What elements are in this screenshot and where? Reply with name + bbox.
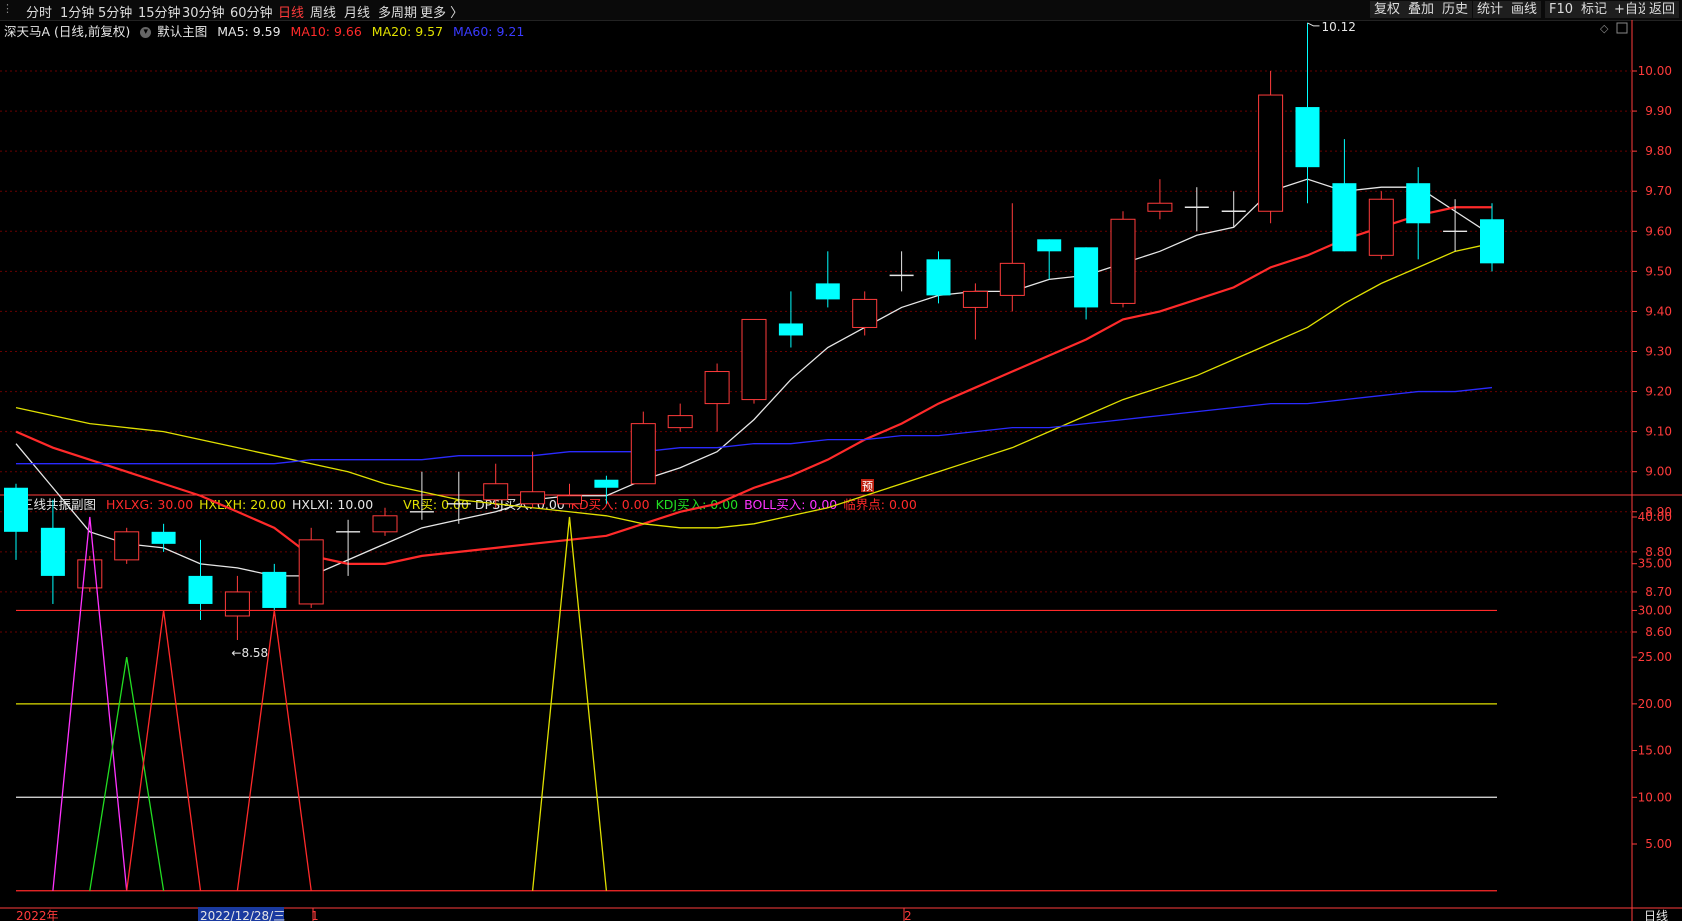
candle-body-up [114, 531, 140, 561]
month-label-2: 2 [904, 909, 912, 921]
candle-body-up [999, 262, 1025, 296]
diamond-icon: ◇ [1600, 22, 1609, 35]
candle-body-down [926, 259, 951, 296]
sub-y-tick-label: 20.00 [1638, 697, 1672, 711]
period-tab-5[interactable]: 60分钟 [230, 2, 273, 21]
toolbar-right-3[interactable]: 统计 [1473, 1, 1508, 18]
period-tab-7[interactable]: 周线 [310, 2, 336, 21]
main-y-tick-label: 8.60 [1645, 625, 1672, 639]
sub-y-tick-label: 15.00 [1638, 744, 1672, 758]
candle-body-down [778, 323, 803, 336]
period-tab-2[interactable]: 5分钟 [98, 2, 132, 21]
period-tab-9[interactable]: 多周期 [378, 2, 417, 21]
period-tab-0[interactable]: 分时 [26, 2, 52, 21]
candle-body-down [1074, 247, 1099, 308]
candle-body-down [1037, 239, 1062, 252]
month-label-1: 1 [311, 909, 319, 921]
candle-body-up [667, 415, 693, 429]
candle-body-down [1295, 107, 1320, 168]
main-y-tick-label: 9.70 [1645, 184, 1672, 198]
candle-body-down [594, 479, 619, 488]
candle-body-down [1480, 219, 1504, 264]
main-y-tick-label: 9.40 [1645, 304, 1672, 318]
period-label: 日线 [1644, 909, 1668, 921]
candle-body-up [557, 495, 582, 505]
window-icon [1616, 22, 1628, 34]
main-y-tick-label: 8.70 [1645, 585, 1672, 599]
sub-y-tick-label: 40.00 [1638, 510, 1672, 524]
sub-y-tick-label: 30.00 [1638, 603, 1672, 617]
candle-body-up [1110, 218, 1136, 304]
candle-body-down [188, 575, 213, 604]
yu-marker-text: 预 [862, 480, 873, 493]
high-label: 10.12 [1322, 20, 1356, 34]
candle-body-up [630, 423, 656, 485]
menu-dots-icon[interactable]: ⋮ [2, 2, 16, 16]
main-y-tick-label: 9.10 [1645, 425, 1672, 439]
candle-body-up [1147, 202, 1173, 212]
candle-body-down [40, 527, 65, 576]
main-y-tick-label: 9.20 [1645, 385, 1672, 399]
low-label: ←8.58 [231, 646, 268, 660]
candle-body-down [151, 531, 176, 544]
candle-body-up [852, 298, 878, 328]
toolbar-right-0[interactable]: 复权 [1370, 1, 1405, 18]
toolbar-right-1[interactable]: 叠加 [1404, 1, 1439, 18]
year-label: 2022年 [16, 909, 59, 921]
candle-body-down [4, 487, 28, 532]
toolbar-right-6[interactable]: 标记 [1577, 1, 1612, 18]
candle-body-up [77, 559, 103, 589]
period-tab-6[interactable]: 日线 [278, 2, 304, 21]
candle-body-up [1258, 94, 1284, 212]
candle-body-up [298, 539, 324, 605]
main-y-tick-label: 9.90 [1645, 104, 1672, 118]
main-y-tick-label: 9.60 [1645, 224, 1672, 238]
chart-area: 深天马A (日线,前复权) ▾ 默认主图 MA5: 9.59 MA10: 9.66… [0, 20, 1682, 921]
period-tab-8[interactable]: 月线 [344, 2, 370, 21]
candle-body-up [520, 491, 546, 505]
chart-svg: 8.608.708.808.909.009.109.209.309.409.50… [0, 20, 1682, 921]
sub-y-tick-label: 35.00 [1638, 557, 1672, 571]
toolbar-right-4[interactable]: 画线 [1507, 1, 1542, 18]
period-tab-3[interactable]: 15分钟 [138, 2, 181, 21]
candle-body-up [741, 318, 767, 401]
candle-body-down [262, 571, 287, 608]
toolbar-right-5[interactable]: F10 [1545, 1, 1578, 18]
candle-body-up [224, 591, 250, 617]
main-y-tick-label: 9.00 [1645, 465, 1672, 479]
period-tab-4[interactable]: 30分钟 [182, 2, 225, 21]
toolbar-right-2[interactable]: 历史 [1438, 1, 1473, 18]
period-toolbar: ⋮ 分时 1分钟 5分钟 15分钟 30分钟 60分钟 日线 周线 月线 多周期 更多 〉 复权 叠加历… [0, 0, 1682, 21]
main-y-tick-label: 9.50 [1645, 264, 1672, 278]
high-marker [1307, 22, 1320, 27]
period-tab-1[interactable]: 1分钟 [60, 2, 94, 21]
cursor-date: 2022/12/28/三 [200, 909, 285, 921]
candle-body-up [962, 290, 988, 308]
sub-y-tick-label: 25.00 [1638, 650, 1672, 664]
candle-body-down [1332, 183, 1357, 252]
signal-line-2 [126, 610, 202, 891]
candle-body-up [1368, 198, 1394, 256]
period-tab-10[interactable]: 更多 〉 [420, 2, 463, 21]
toolbar-right-8[interactable]: 返回 [1645, 1, 1680, 18]
candle-body-up [483, 483, 509, 501]
main-y-tick-label: 10.00 [1638, 64, 1672, 78]
main-y-tick-label: 9.80 [1645, 144, 1672, 158]
sub-y-tick-label: 5.00 [1645, 837, 1672, 851]
candle-body-up [704, 371, 730, 405]
candle-body-up [372, 515, 398, 533]
sub-y-tick-label: 10.00 [1638, 790, 1672, 804]
candle-body-down [815, 283, 840, 300]
candle-body-down [1406, 183, 1431, 224]
main-y-tick-label: 9.30 [1645, 345, 1672, 359]
